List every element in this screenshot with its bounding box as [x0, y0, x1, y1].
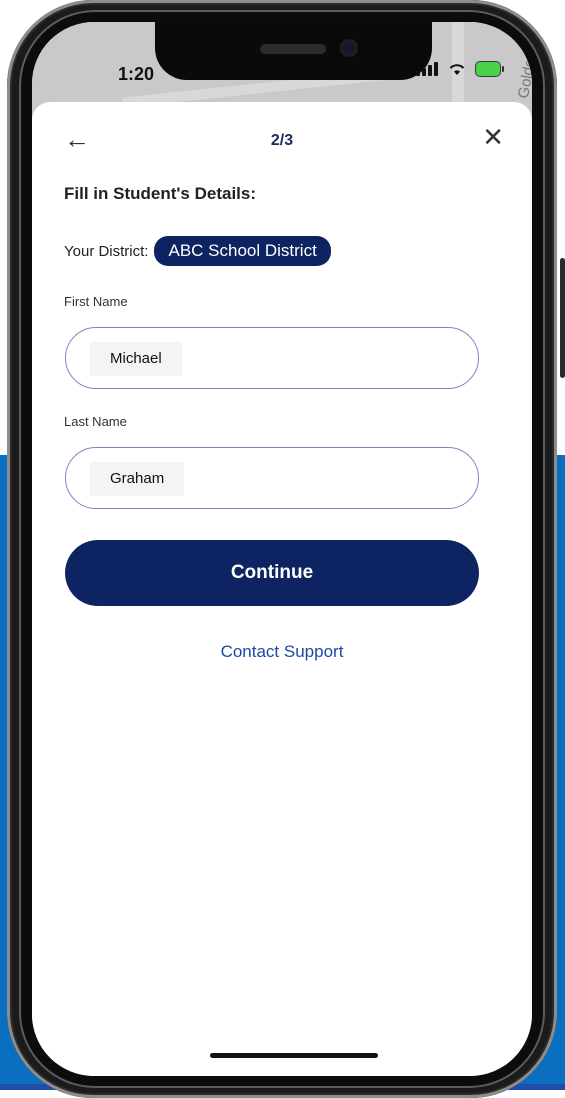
first-name-input[interactable]: Michael — [65, 327, 479, 389]
status-time: 1:20 — [118, 64, 155, 84]
speaker-grille — [260, 44, 326, 54]
close-icon: ✕ — [482, 122, 504, 152]
continue-button[interactable]: Continue — [65, 540, 479, 606]
form-heading: Fill in Student's Details: — [64, 184, 257, 203]
map-street-label: Goldenro — [515, 36, 532, 100]
battery-icon — [476, 62, 504, 76]
phone-notch — [155, 22, 432, 80]
status-icons — [416, 62, 504, 76]
wifi-icon — [449, 64, 465, 75]
home-indicator — [210, 1053, 378, 1058]
step-indicator: 2/3 — [270, 132, 294, 149]
front-camera — [340, 39, 358, 57]
district-label: Your District: — [64, 242, 149, 260]
last-name-label: Last Name — [64, 414, 127, 429]
cellular-signal-icon — [416, 62, 438, 76]
contact-support-link[interactable]: Contact Support — [32, 642, 532, 662]
form-sheet: ← 2/3 ✕ Fill in Student's Details: Your … — [32, 102, 532, 1076]
last-name-value: Graham — [90, 462, 185, 496]
district-row: Your District: ABC School District — [64, 236, 331, 266]
phone-screen: Goldenro 1:20 ← 2/3 ✕ Fill in Student's … — [32, 22, 532, 1076]
first-name-label: First Name — [64, 294, 128, 309]
district-badge: ABC School District — [154, 236, 331, 266]
last-name-input[interactable]: Graham — [65, 447, 479, 509]
close-button[interactable]: ✕ — [482, 124, 504, 150]
phone-power-button — [560, 258, 565, 378]
first-name-value: Michael — [90, 342, 182, 376]
